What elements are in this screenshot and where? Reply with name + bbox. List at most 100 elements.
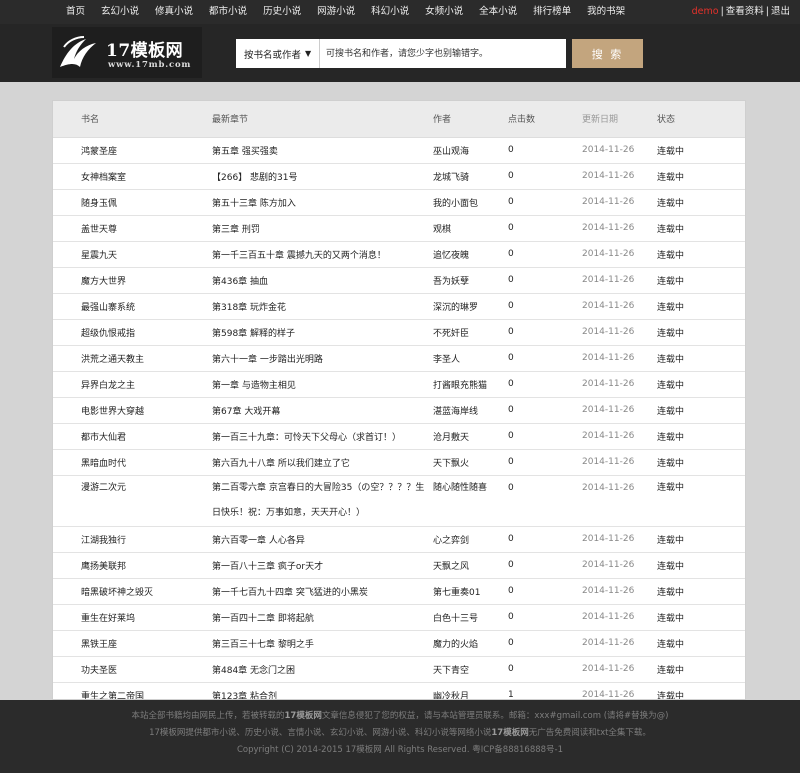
book-name-link[interactable]: 漫游二次元 [53,475,212,527]
latest-chapter-link[interactable]: 第67章 大戏开幕 [212,397,433,424]
nav-link[interactable]: 首页 [58,0,93,24]
search-input[interactable] [320,40,566,67]
table-row: 黑铁王座 第三百三十七章 黎明之手 魔力的火焰 0 2014-11-26 连载中 [53,630,745,657]
author-cell: 天下青空 [433,656,508,683]
nav-link[interactable]: 科幻小说 [363,0,417,24]
nav-link[interactable]: 我的书架 [579,0,633,24]
footer-copyright: Copyright (C) 2014-2015 17模板网 All Rights… [236,745,564,755]
update-date-cell: 2014-11-26 [582,604,657,631]
latest-chapter-link[interactable]: 第一千三百五十章 震撼九天的又两个消息！ [212,241,433,268]
book-name-link[interactable]: 黑铁王座 [53,630,212,657]
table-row: 异界白龙之主 第一章 与造物主相见 打酱眼充熊猫 0 2014-11-26 连载中 [53,371,745,398]
latest-chapter-link[interactable]: 第五十三章 陈方加入 [212,189,433,216]
author-cell: 湛蓝海岸线 [433,397,508,424]
clicks-cell: 0 [508,604,582,631]
latest-chapter-link[interactable]: 第123章 粘合剂 [212,682,433,699]
latest-chapter-link[interactable]: 第三百三十七章 黎明之手 [212,630,433,657]
latest-chapter-link[interactable]: 第一章 与造物主相见 [212,371,433,398]
latest-chapter-link[interactable]: 第六十一章 一步踏出光明路 [212,345,433,372]
nav-link[interactable]: 历史小说 [255,0,309,24]
clicks-cell: 0 [508,163,582,190]
latest-chapter-link[interactable]: 第三章 刑罚 [212,215,433,242]
nav-link[interactable]: 排行榜单 [525,0,579,24]
clicks-cell: 0 [508,630,582,657]
book-name-link[interactable]: 随身玉佩 [53,189,212,216]
book-name-link[interactable]: 女神档案室 [53,163,212,190]
clicks-cell: 0 [508,267,582,294]
clicks-cell: 0 [508,475,582,527]
table-row: 女神档案室 【266】 悲剧的31号 龙城飞骑 0 2014-11-26 连载中 [53,163,745,190]
book-name-link[interactable]: 洪荒之通天教主 [53,345,212,372]
nav-link[interactable]: 修真小说 [147,0,201,24]
book-name-link[interactable]: 最强山寨系统 [53,293,212,320]
update-date-cell: 2014-11-26 [582,656,657,683]
latest-chapter-link[interactable]: 第598章 解释的样子 [212,319,433,346]
status-cell: 连载中 [657,397,745,424]
book-name-link[interactable]: 江湖我独行 [53,526,212,553]
table-row: 漫游二次元 第二百零六章 京宫春日的大冒险35（の空？？？？生日快乐！祝：万事如意… [53,475,745,527]
book-name-link[interactable]: 鸿蒙圣座 [53,137,212,164]
username-link[interactable]: demo [692,6,719,17]
book-list-panel: 书名 最新章节 作者 点击数 更新日期 状态 鸿蒙圣座 第五章 强买强卖 巫山观海 0… [52,100,746,700]
nav-link[interactable]: 都市小说 [201,0,255,24]
nav-link[interactable]: 女频小说 [417,0,471,24]
header-name: 书名 [53,101,212,138]
footer-line-2: 17模板网提供都市小说、历史小说、言情小说、玄幻小说、网游小说、科幻小说等网络小… [0,725,800,742]
book-name-link[interactable]: 电影世界大穿越 [53,397,212,424]
book-name-link[interactable]: 功夫圣医 [53,656,212,683]
update-date-cell: 2014-11-26 [582,137,657,164]
nav-link[interactable]: 玄幻小说 [93,0,147,24]
status-cell: 连载中 [657,163,745,190]
author-cell: 李圣人 [433,345,508,372]
latest-chapter-link[interactable]: 第六百零一章 人心各异 [212,526,433,553]
status-cell: 连载中 [657,526,745,553]
book-name-link[interactable]: 重生在好莱坞 [53,604,212,631]
logo-url: www.17mb.com [108,60,192,70]
logo-title: 17模板网 [106,41,184,61]
search-button[interactable]: 搜 索 [572,39,643,68]
status-cell: 连载中 [657,682,745,699]
book-name-link[interactable]: 超级仇恨戒指 [53,319,212,346]
site-logo[interactable]: 17模板网 www.17mb.com [52,27,202,78]
clicks-cell: 0 [508,397,582,424]
clicks-cell: 0 [508,552,582,579]
search-type-select[interactable]: 按书名或作者 ▼ [236,39,320,68]
book-name-link[interactable]: 星震九天 [53,241,212,268]
latest-chapter-link[interactable]: 【266】 悲剧的31号 [212,163,433,190]
book-name-link[interactable]: 盖世天尊 [53,215,212,242]
status-cell: 连载中 [657,137,745,164]
book-name-link[interactable]: 异界白龙之主 [53,371,212,398]
latest-chapter-link[interactable]: 第318章 玩炸金花 [212,293,433,320]
author-cell: 魔力的火焰 [433,630,508,657]
book-name-link[interactable]: 都市大仙君 [53,423,212,450]
clicks-cell: 0 [508,423,582,450]
book-name-link[interactable]: 鹰扬美联邦 [53,552,212,579]
book-name-link[interactable]: 重生之第二帝国 [53,682,212,699]
latest-chapter-link[interactable]: 第五章 强买强卖 [212,137,433,164]
latest-chapter-link[interactable]: 第436章 抽血 [212,267,433,294]
profile-link[interactable]: 查看资料 [726,6,764,17]
footer-text: 17模板网提供都市小说、历史小说、言情小说、玄幻小说、网游小说、科幻小说等网络小… [149,728,492,738]
book-name-link[interactable]: 暗黑破坏神之毁灭 [53,578,212,605]
update-date-cell: 2014-11-26 [582,241,657,268]
latest-chapter-link[interactable]: 第六百九十八章 所以我们建立了它 [212,449,433,476]
author-cell: 巫山观海 [433,137,508,164]
logout-link[interactable]: 退出 [771,6,790,17]
header-status: 状态 [657,101,745,138]
nav-link[interactable]: 全本小说 [471,0,525,24]
nav-link[interactable]: 网游小说 [309,0,363,24]
status-cell: 连载中 [657,552,745,579]
latest-chapter-link[interactable]: 第484章 无念门之困 [212,656,433,683]
latest-chapter-link[interactable]: 第一百三十九章：可怜天下父母心（求首订！） [212,423,433,450]
table-row: 超级仇恨戒指 第598章 解释的样子 不死奸臣 0 2014-11-26 连载中 [53,319,745,346]
latest-chapter-link[interactable]: 第一千七百九十四章 突飞猛进的小黑炭 [212,578,433,605]
table-row: 鸿蒙圣座 第五章 强买强卖 巫山观海 0 2014-11-26 连载中 [53,137,745,164]
author-cell: 追忆夜魄 [433,241,508,268]
status-cell: 连载中 [657,423,745,450]
book-name-link[interactable]: 黑暗血时代 [53,449,212,476]
book-table: 书名 最新章节 作者 点击数 更新日期 状态 鸿蒙圣座 第五章 强买强卖 巫山观海 0… [53,101,745,699]
latest-chapter-link[interactable]: 第一百八十三章 疯子or天才 [212,552,433,579]
book-name-link[interactable]: 魔方大世界 [53,267,212,294]
latest-chapter-link[interactable]: 第二百零六章 京宫春日的大冒险35（の空？？？？生日快乐！祝：万事如意，天天开心… [212,475,433,527]
latest-chapter-link[interactable]: 第一百四十二章 即将起航 [212,604,433,631]
